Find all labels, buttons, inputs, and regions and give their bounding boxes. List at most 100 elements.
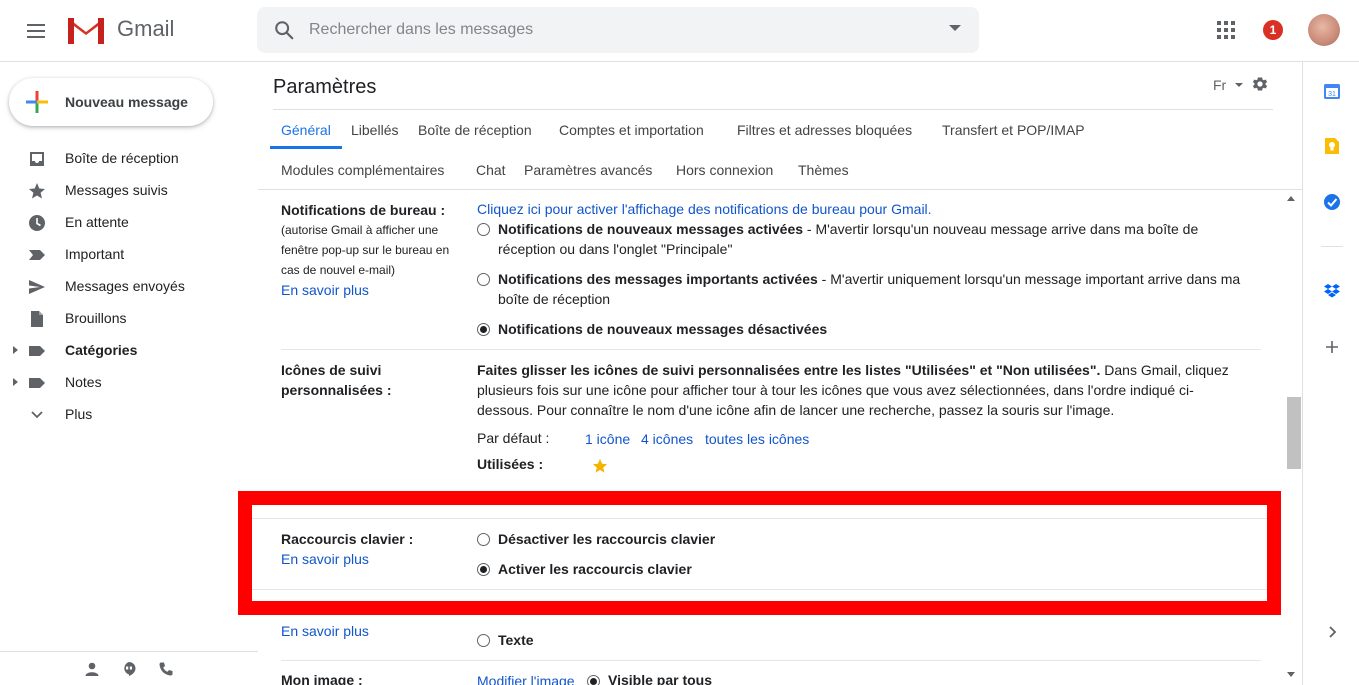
sidebar-item-label: Boîte de réception xyxy=(65,150,179,166)
avatar[interactable] xyxy=(1308,14,1340,46)
gmail-logo-icon[interactable] xyxy=(66,14,106,46)
google-apps-icon[interactable] xyxy=(1217,21,1235,39)
sidebar-item-snoozed[interactable]: En attente xyxy=(0,206,256,238)
scroll-down-icon[interactable] xyxy=(1287,672,1295,677)
person-icon[interactable] xyxy=(84,661,100,677)
top-bar: Gmail 1 xyxy=(0,0,1359,62)
sidebar-item-important[interactable]: Important xyxy=(0,238,256,270)
sidebar-item-label: Catégories xyxy=(65,342,138,358)
desktop-notifications-label: Notifications de bureau : xyxy=(281,202,446,218)
sidebar-item-notes[interactable]: Notes xyxy=(0,366,256,398)
language-selector[interactable]: Fr xyxy=(1213,77,1226,93)
star-icon xyxy=(29,183,45,199)
keyboard-shortcuts-highlight: Raccourcis clavier : En savoir plus Désa… xyxy=(238,491,1281,615)
expand-caret-icon[interactable] xyxy=(13,346,18,354)
tab-filters[interactable]: Filtres et adresses bloquées xyxy=(737,122,912,138)
sidebar-item-more[interactable]: Plus xyxy=(0,398,256,430)
sidebar-item-inbox[interactable]: Boîte de réception xyxy=(0,142,256,174)
plus-icon xyxy=(26,91,48,113)
notif-off-option: Notifications de nouveaux messages désac… xyxy=(498,319,827,339)
tab-general[interactable]: Général xyxy=(281,122,331,138)
tab-themes[interactable]: Thèmes xyxy=(798,162,849,178)
shortcuts-on-option: Activer les raccourcis clavier xyxy=(498,561,692,577)
text-labels-radio[interactable] xyxy=(477,634,490,647)
inbox-icon xyxy=(30,152,44,166)
yellow-star-icon[interactable] xyxy=(592,458,608,474)
tab-forwarding[interactable]: Transfert et POP/IMAP xyxy=(942,122,1085,138)
notif-important-option: Notifications des messages importants ac… xyxy=(498,269,1258,309)
gear-icon[interactable] xyxy=(1251,75,1269,93)
sidebar-item-drafts[interactable]: Brouillons xyxy=(0,302,256,334)
calendar-icon[interactable]: 31 xyxy=(1323,82,1341,100)
stars-label: Icônes de suivi personnalisées : xyxy=(281,362,392,398)
stars-description-bold: Faites glisser les icônes de suivi perso… xyxy=(477,362,1101,378)
option-title: Notifications de nouveaux messages activ… xyxy=(498,221,804,237)
phone-icon[interactable] xyxy=(158,661,174,677)
shortcuts-off-option: Désactiver les raccourcis clavier xyxy=(498,531,716,547)
keyboard-shortcuts-label: Raccourcis clavier : xyxy=(281,531,414,547)
search-options-chevron-down-icon[interactable] xyxy=(949,25,961,31)
label-icon xyxy=(29,346,45,356)
tab-offline[interactable]: Hors connexion xyxy=(676,162,773,178)
sidebar-item-sent[interactable]: Messages envoyés xyxy=(0,270,256,302)
search-input[interactable] xyxy=(309,7,929,53)
tasks-icon[interactable] xyxy=(1323,193,1341,211)
sidebar-item-label: Messages suivis xyxy=(65,182,168,198)
used-stars-label: Utilisées : xyxy=(477,456,544,472)
divider xyxy=(273,109,1273,110)
change-picture-link[interactable]: Modifier l'image xyxy=(477,673,575,685)
hangouts-bar xyxy=(0,651,258,685)
sidebar-item-starred[interactable]: Messages suivis xyxy=(0,174,256,206)
shortcuts-on-radio[interactable] xyxy=(477,563,490,576)
page-title: Paramètres xyxy=(273,76,377,98)
search-icon[interactable] xyxy=(273,19,295,41)
chevron-right-icon[interactable] xyxy=(1323,623,1341,641)
tab-accounts[interactable]: Comptes et importation xyxy=(559,122,704,138)
preset-all-stars-link[interactable]: toutes les icônes xyxy=(705,431,809,447)
hangouts-icon[interactable] xyxy=(121,661,137,677)
compose-button[interactable]: Nouveau message xyxy=(9,78,213,126)
chevron-down-icon xyxy=(31,411,43,419)
expand-caret-icon[interactable] xyxy=(13,378,18,386)
shortcuts-off-radio[interactable] xyxy=(477,533,490,546)
app-name: Gmail xyxy=(117,16,175,41)
preset-four-stars-link[interactable]: 4 icônes xyxy=(641,431,693,447)
divider xyxy=(252,518,1267,519)
tab-inbox[interactable]: Boîte de réception xyxy=(418,122,532,138)
notif-off-radio[interactable] xyxy=(477,323,490,336)
divider xyxy=(281,660,1261,661)
tab-addons[interactable]: Modules complémentaires xyxy=(281,162,444,178)
compose-label: Nouveau message xyxy=(65,94,188,110)
dropbox-icon[interactable] xyxy=(1323,282,1341,300)
learn-more-link[interactable]: En savoir plus xyxy=(281,282,369,298)
notif-important-radio[interactable] xyxy=(477,273,490,286)
sidebar-item-categories[interactable]: Catégories xyxy=(0,334,256,366)
label-icon xyxy=(29,378,45,388)
enable-desktop-notifications-link[interactable]: Cliquez ici pour activer l'affichage des… xyxy=(477,201,932,217)
notification-badge[interactable]: 1 xyxy=(1263,20,1283,40)
learn-more-link[interactable]: En savoir plus xyxy=(281,623,369,639)
my-picture-label: Mon image : xyxy=(281,672,363,685)
presets-label: Par défaut : xyxy=(477,430,550,446)
preset-one-star-link[interactable]: 1 icône xyxy=(585,431,630,447)
tab-chat[interactable]: Chat xyxy=(476,162,506,178)
sidebar-nav: Boîte de réception Messages suivis En at… xyxy=(0,142,256,430)
clock-icon xyxy=(29,215,45,231)
scrollbar-thumb[interactable] xyxy=(1287,397,1301,469)
plus-icon[interactable] xyxy=(1323,338,1341,356)
tab-labels[interactable]: Libellés xyxy=(351,122,398,138)
notif-new-mail-radio[interactable] xyxy=(477,223,490,236)
main-menu-icon[interactable] xyxy=(24,19,48,43)
divider xyxy=(281,349,1261,350)
option-title: Notifications de nouveaux messages désac… xyxy=(498,321,828,337)
tab-advanced[interactable]: Paramètres avancés xyxy=(524,162,652,178)
sidebar-item-label: Messages envoyés xyxy=(65,278,185,294)
picture-visible-radio[interactable] xyxy=(587,675,600,685)
picture-visible-option: Visible par tous xyxy=(608,672,712,685)
scroll-up-icon[interactable] xyxy=(1287,196,1295,201)
important-icon xyxy=(29,250,45,260)
learn-more-link[interactable]: En savoir plus xyxy=(281,551,369,567)
draft-icon xyxy=(31,311,43,327)
keep-icon[interactable] xyxy=(1323,137,1341,155)
language-chevron-down-icon[interactable] xyxy=(1235,83,1243,87)
